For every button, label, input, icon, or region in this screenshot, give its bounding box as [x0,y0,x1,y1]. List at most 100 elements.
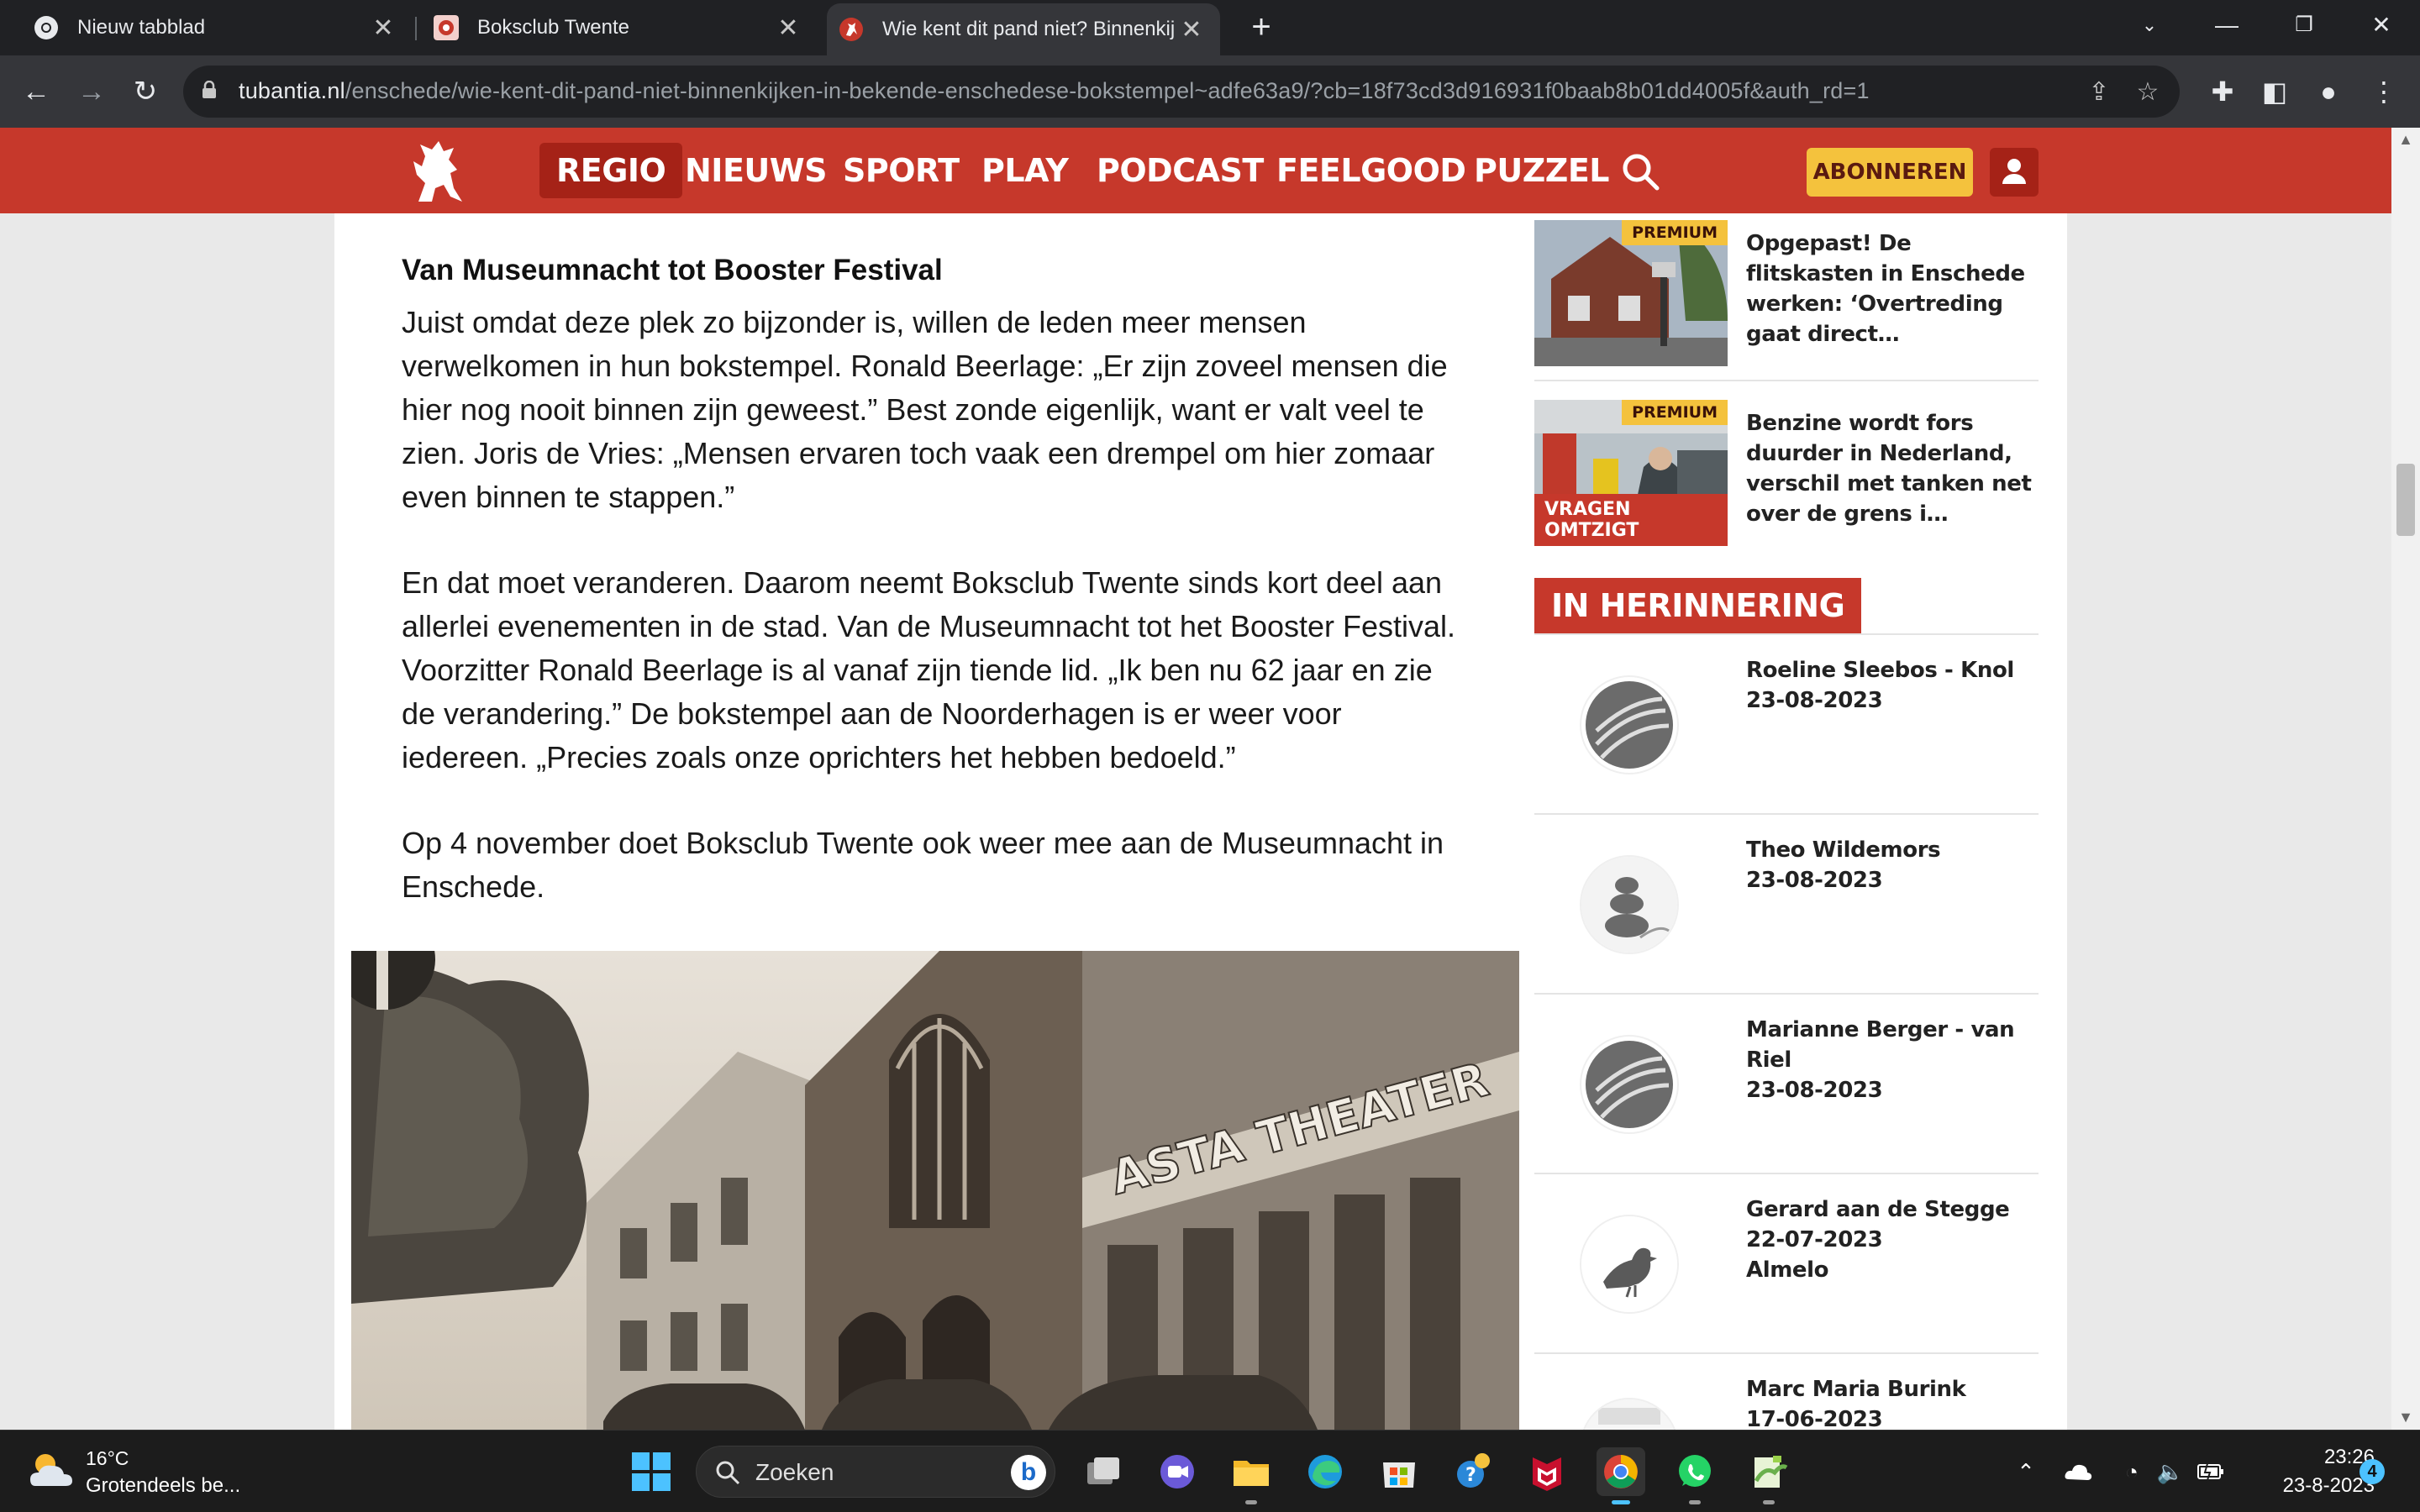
tab-boksclub-twente[interactable]: Boksclub Twente ✕ [418,0,817,55]
news-headline[interactable]: Opgepast! De flitskasten in Enschede wer… [1746,228,2039,349]
nav-nieuws[interactable]: NIEUWS [685,143,828,198]
tab-separator [415,17,417,40]
news-thumbnail[interactable]: PREMIUM [1534,220,1728,366]
article-paragraph: En dat moet veranderen. Daarom neemt Bok… [402,565,1456,774]
news-thumbnail[interactable]: PREMIUM VRAGEN OMTZIGT [1534,400,1728,546]
memorial-date: 23-08-2023 [1746,1078,1883,1103]
extensions-icon[interactable]: ✚ [2207,76,2238,108]
memorial-item[interactable]: Gerard aan de Stegge 22-07-2023 Almelo [1534,1174,2039,1354]
windows-start-icon[interactable] [632,1452,671,1491]
memorial-item[interactable]: Marc Maria Burink 17-06-2023 [1534,1354,2039,1430]
edge-browser-icon[interactable] [1301,1447,1349,1496]
stacked-stones-icon [1581,857,1677,953]
memorial-item[interactable]: Marianne Berger - van Riel 23-08-2023 [1534,995,2039,1174]
search-icon[interactable] [1620,151,1660,192]
side-panel-icon[interactable]: ◧ [2259,76,2291,108]
file-explorer-icon[interactable] [1227,1447,1276,1504]
microsoft-store-icon[interactable] [1375,1447,1423,1496]
close-tab-icon[interactable]: ✕ [366,13,400,43]
scroll-down-arrow-icon[interactable]: ▼ [2391,1409,2420,1426]
memorial-card-icon [1581,1399,1677,1430]
premium-badge: PREMIUM [1622,220,1728,245]
tab-tubantia-article[interactable]: Wie kent dit pand niet? Binnenkijken in … [827,3,1220,55]
memorial-text[interactable]: Theo Wildemors 23-08-2023 [1746,835,2039,895]
get-help-icon[interactable]: ? [1449,1447,1497,1496]
bing-icon[interactable]: b [1011,1455,1046,1490]
chrome-icon [34,16,58,39]
sidebar-news-item[interactable]: PREMIUM Opgepast! De flitskasten in Ensc… [1534,220,2039,385]
article-content: Van Museumnacht tot Booster Festival Jui… [334,213,1521,1430]
memorial-name: Marianne Berger - van Riel [1746,1017,2015,1073]
article-paragraph: Op 4 november doet Boksclub Twente ook w… [402,826,1444,904]
restore-button[interactable]: ❐ [2269,0,2339,50]
weather-description[interactable]: Grotendeels be... [86,1474,240,1498]
memorial-text[interactable]: Marianne Berger - van Riel 23-08-2023 [1746,1015,2039,1105]
search-placeholder: Zoeken [755,1459,834,1485]
sidebar-news-item[interactable]: PREMIUM VRAGEN OMTZIGT Benzine wordt for… [1534,400,2039,564]
url-path: /enschede/wie-kent-dit-pand-niet-binnenk… [345,78,1870,103]
show-hidden-icons-chevron-icon[interactable]: ⌃ [2012,1457,2040,1486]
close-tab-icon[interactable]: ✕ [1175,15,1208,45]
tubantia-favicon-icon [839,18,863,41]
bookmark-star-icon[interactable]: ☆ [2134,79,2161,106]
reload-button[interactable]: ↻ [124,71,166,113]
news-headline[interactable]: Benzine wordt fors duurder in Nederland,… [1746,408,2039,529]
memorial-text[interactable]: Roeline Sleebos - Knol 23-08-2023 [1746,655,2039,716]
weather-cloud-sun-icon[interactable] [27,1449,76,1491]
url-text[interactable]: tubantia.nl/enschede/wie-kent-dit-pand-n… [239,78,1870,104]
new-tab-button[interactable]: + [1242,8,1281,47]
browser-tab-bar: Nieuw tabblad ✕ Boksclub Twente ✕ Wie ke… [0,0,2420,55]
memorial-text[interactable]: Gerard aan de Stegge 22-07-2023 Almelo [1746,1194,2039,1285]
onedrive-cloud-icon[interactable] [2064,1457,2092,1486]
site-header: REGIO NIEUWS SPORT PLAY PODCAST FEELGOOD… [0,128,2420,213]
scrollbar-thumb[interactable] [2396,464,2415,536]
tab-search-chevron-icon[interactable]: ⌄ [2114,0,2185,50]
whatsapp-icon[interactable] [1670,1447,1719,1504]
lock-icon[interactable] [202,81,217,99]
nav-podcast[interactable]: PODCAST [1097,143,1264,198]
account-button[interactable] [1990,148,2039,197]
tab-title: Boksclub Twente [477,16,629,39]
chrome-menu-icon[interactable]: ⋮ [2368,76,2400,108]
profile-icon[interactable]: ● [2312,76,2344,108]
close-tab-icon[interactable]: ✕ [771,13,805,43]
memorial-text[interactable]: Marc Maria Burink 17-06-2023 [1746,1374,2039,1430]
wifi-icon[interactable]: ◔ [2118,1457,2146,1486]
article-paragraph: Juist omdat deze plek zo bijzonder is, w… [402,305,1448,514]
task-view-icon[interactable] [1079,1447,1128,1496]
nav-regio[interactable]: REGIO [539,143,683,198]
nav-play[interactable]: PLAY [981,143,1069,198]
share-icon[interactable]: ⇪ [2086,79,2112,106]
close-window-button[interactable]: ✕ [2346,0,2417,50]
clock-date[interactable]: 23-8-2023 [2244,1474,2375,1498]
nav-puzzel[interactable]: PUZZEL [1474,143,1610,198]
memorial-name: Gerard aan de Stegge [1746,1197,2010,1222]
user-icon [2002,159,2026,184]
notepad-plus-icon[interactable] [1744,1447,1793,1504]
chrome-taskbar-icon[interactable] [1597,1447,1645,1504]
teams-chat-icon[interactable] [1153,1447,1202,1496]
notification-badge[interactable]: 4 [2360,1459,2385,1484]
page-scrollbar[interactable]: ▲ ▼ [2391,128,2420,1430]
subscribe-button[interactable]: ABONNEREN [1807,148,1973,197]
browser-toolbar: ← → ↻ tubantia.nl/enschede/wie-kent-dit-… [0,55,2420,128]
scroll-up-arrow-icon[interactable]: ▲ [2391,131,2420,149]
volume-icon[interactable]: 🔈 [2156,1457,2185,1486]
memorial-item[interactable]: Roeline Sleebos - Knol 23-08-2023 [1534,635,2039,815]
forward-button[interactable]: → [71,71,113,113]
memorial-item[interactable]: Theo Wildemors 23-08-2023 [1534,815,2039,995]
memorial-place: Almelo [1746,1257,1829,1283]
weather-temperature[interactable]: 16°C [86,1447,129,1470]
back-button[interactable]: ← [15,71,57,113]
taskbar-search-box[interactable]: Zoeken b [696,1446,1055,1498]
tubantia-horse-logo[interactable] [407,136,467,205]
url-host: tubantia.nl [239,78,345,103]
memorial-date: 22-07-2023 [1746,1227,1883,1252]
address-bar[interactable]: tubantia.nl/enschede/wie-kent-dit-pand-n… [183,66,2180,118]
nav-feelgood[interactable]: FEELGOOD [1276,143,1466,198]
mcafee-icon[interactable] [1523,1447,1571,1496]
nav-sport[interactable]: SPORT [843,143,960,198]
minimize-button[interactable]: — [2191,0,2262,50]
tab-new-tab[interactable]: Nieuw tabblad ✕ [0,0,412,55]
battery-charging-icon[interactable] [2196,1457,2225,1486]
